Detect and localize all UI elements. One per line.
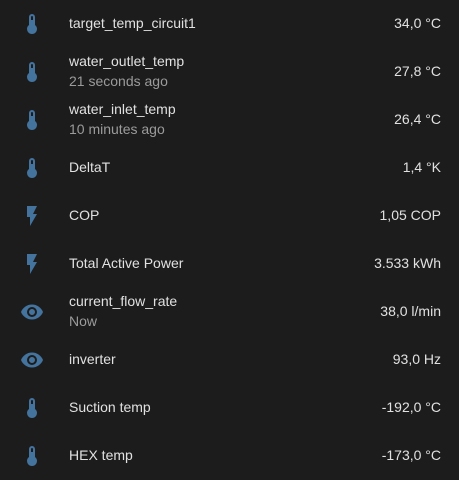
eye-icon bbox=[20, 348, 44, 372]
entity-row-deltat[interactable]: DeltaT 1,4 °K bbox=[0, 144, 459, 192]
entity-row-target-temp-circuit1[interactable]: target_temp_circuit1 34,0 °C bbox=[0, 0, 459, 48]
entity-state: 3.533 kWh bbox=[374, 255, 441, 271]
entity-state: 27,8 °C bbox=[394, 63, 441, 79]
entity-last-changed: 21 seconds ago bbox=[69, 73, 168, 89]
entity-row-suction-temp[interactable]: Suction temp -192,0 °C bbox=[0, 384, 459, 432]
entity-row-water-outlet-temp[interactable]: water_outlet_temp 21 seconds ago 27,8 °C bbox=[0, 48, 459, 96]
thermometer-icon bbox=[20, 12, 44, 36]
entity-state: 1,05 COP bbox=[379, 207, 441, 223]
thermometer-icon bbox=[20, 396, 44, 420]
entity-name: current_flow_rate bbox=[69, 293, 178, 309]
entity-state: -173,0 °C bbox=[381, 447, 441, 463]
entity-name: inverter bbox=[69, 351, 116, 367]
entity-name: HEX temp bbox=[69, 447, 133, 463]
entity-state: 26,4 °C bbox=[394, 111, 441, 127]
entity-name: Total Active Power bbox=[69, 255, 184, 271]
entity-name: target_temp_circuit1 bbox=[69, 15, 196, 31]
entities-card: target_temp_circuit1 34,0 °C water_outle… bbox=[0, 0, 459, 480]
entity-name: DeltaT bbox=[69, 159, 111, 175]
entity-name: water_inlet_temp bbox=[69, 101, 176, 117]
entity-row-inverter[interactable]: inverter 93,0 Hz bbox=[0, 336, 459, 384]
flash-icon bbox=[20, 252, 44, 276]
flash-icon bbox=[20, 204, 44, 228]
entity-state: -192,0 °C bbox=[381, 399, 441, 415]
thermometer-icon bbox=[20, 60, 44, 84]
entity-last-changed: Now bbox=[69, 313, 98, 329]
entity-name: COP bbox=[69, 207, 100, 223]
entity-row-cop[interactable]: COP 1,05 COP bbox=[0, 192, 459, 240]
entity-row-current-flow-rate[interactable]: current_flow_rate Now 38,0 l/min bbox=[0, 288, 459, 336]
thermometer-icon bbox=[20, 444, 44, 468]
entity-name: water_outlet_temp bbox=[69, 53, 185, 69]
thermometer-icon bbox=[20, 156, 44, 180]
eye-icon bbox=[20, 300, 44, 324]
entity-last-changed: 10 minutes ago bbox=[69, 121, 165, 137]
entity-state: 38,0 l/min bbox=[380, 303, 441, 319]
thermometer-icon bbox=[20, 108, 44, 132]
entity-row-water-inlet-temp[interactable]: water_inlet_temp 10 minutes ago 26,4 °C bbox=[0, 96, 459, 144]
entity-state: 93,0 Hz bbox=[392, 351, 441, 367]
entity-name: Suction temp bbox=[69, 399, 151, 415]
entity-row-total-active-power[interactable]: Total Active Power 3.533 kWh bbox=[0, 240, 459, 288]
entity-state: 34,0 °C bbox=[394, 15, 441, 31]
entity-row-hex-temp[interactable]: HEX temp -173,0 °C bbox=[0, 432, 459, 480]
entity-state: 1,4 °K bbox=[402, 159, 441, 175]
